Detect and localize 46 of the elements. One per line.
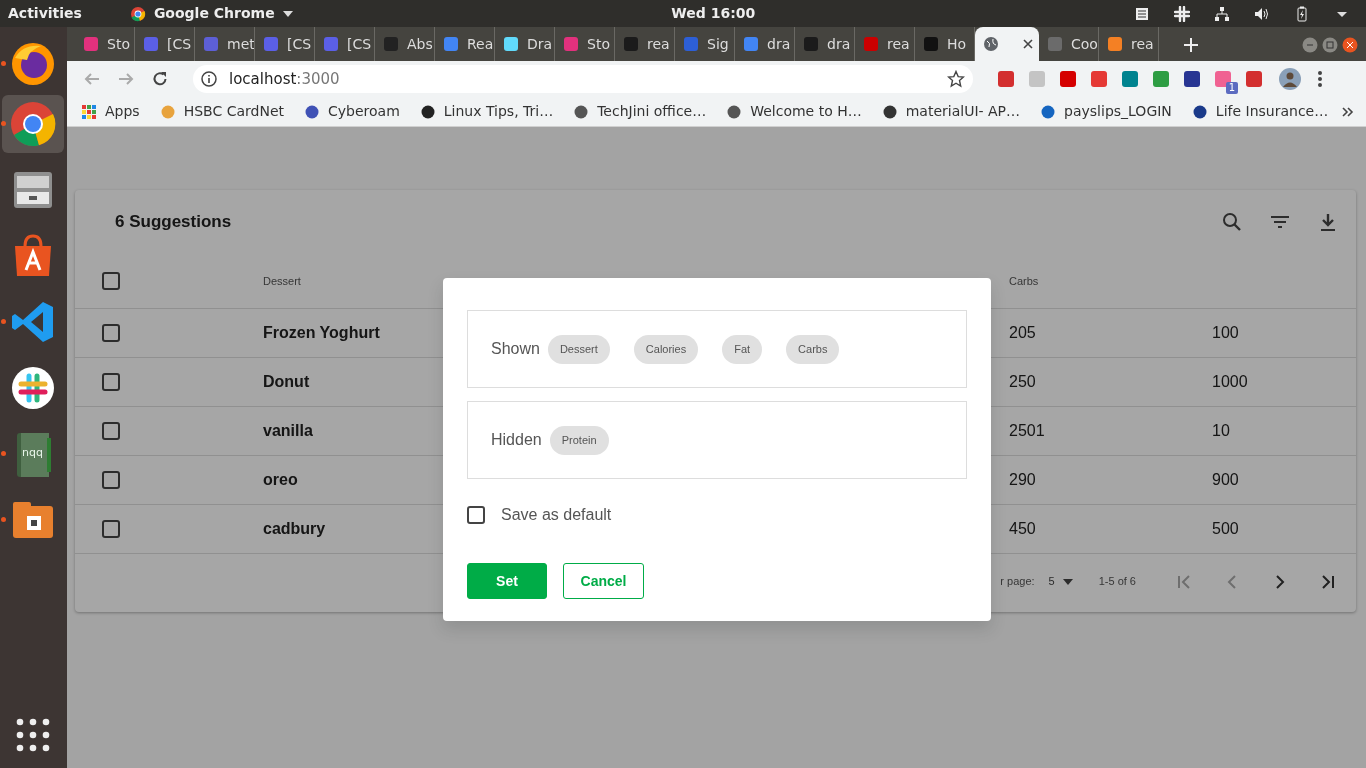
bookmark[interactable]: Life Insurance… bbox=[1185, 101, 1335, 122]
bookmark[interactable]: materialUI- AP… bbox=[875, 101, 1027, 122]
app-menu[interactable]: Google Chrome bbox=[129, 3, 293, 24]
table-cell-text: vanilla bbox=[263, 421, 313, 441]
table-title: 6 Suggestions bbox=[115, 211, 232, 234]
bookmark[interactable]: payslips_LOGIN bbox=[1034, 101, 1178, 122]
checkbox-label: Save as default bbox=[501, 505, 612, 525]
table-cell-text: 250 bbox=[1009, 372, 1036, 392]
table-cell-text: oreo bbox=[263, 470, 298, 490]
table-cell-text: 10 bbox=[1212, 421, 1230, 441]
column-header: Carbs bbox=[1009, 273, 1039, 289]
table-cell-text: 450 bbox=[1009, 519, 1036, 539]
column-chip[interactable]: Carbs bbox=[786, 334, 840, 364]
column-chip[interactable]: Dessert bbox=[547, 334, 610, 364]
icon-label: nqq bbox=[22, 447, 43, 458]
bookmark[interactable]: Linux Tips, Tri… bbox=[413, 101, 560, 122]
column-chip[interactable]: Fat bbox=[722, 334, 763, 364]
table-cell-text: 205 bbox=[1009, 323, 1036, 343]
table-cell-text: 290 bbox=[1009, 470, 1036, 490]
section-label: Shown bbox=[491, 339, 540, 359]
table-cell-text: 900 bbox=[1212, 470, 1239, 490]
table-cell-text: 2501 bbox=[1009, 421, 1045, 441]
bookmark[interactable]: Welcome to H… bbox=[720, 101, 868, 122]
bookmark[interactable]: TechJini office… bbox=[567, 101, 713, 122]
rows-per-page-label: r page: bbox=[1000, 574, 1035, 590]
url-text: localhost:3000 bbox=[229, 68, 340, 90]
table-cell-text: Frozen Yoghurt bbox=[263, 323, 380, 343]
dock-item[interactable]: nqq bbox=[2, 425, 64, 483]
activities-button[interactable]: Activities bbox=[8, 3, 82, 24]
page-range: 1-5 of 6 bbox=[1098, 574, 1136, 590]
column-header: Dessert bbox=[263, 273, 301, 289]
badge-count: 1 bbox=[1225, 82, 1238, 94]
rows-per-page-select[interactable]: 5 bbox=[1048, 576, 1073, 587]
table-cell-text: 100 bbox=[1212, 323, 1239, 343]
column-chip[interactable]: Protein bbox=[549, 425, 609, 455]
address-field[interactable]: localhost:3000 bbox=[193, 65, 973, 93]
section-label: Hidden bbox=[491, 430, 542, 450]
bookmark[interactable]: Cyberoam bbox=[298, 101, 406, 122]
table-cell-text: 1000 bbox=[1212, 372, 1248, 392]
bookmark[interactable]: HSBC CardNet bbox=[153, 101, 290, 122]
bookmark[interactable]: Apps bbox=[75, 101, 146, 122]
clock[interactable]: Wed 16:00 bbox=[671, 3, 756, 24]
column-chip[interactable]: Calories bbox=[633, 334, 699, 364]
table-cell-text: cadbury bbox=[263, 519, 326, 539]
table-cell-text: Donut bbox=[263, 372, 310, 392]
table-cell-text: 500 bbox=[1212, 519, 1239, 539]
